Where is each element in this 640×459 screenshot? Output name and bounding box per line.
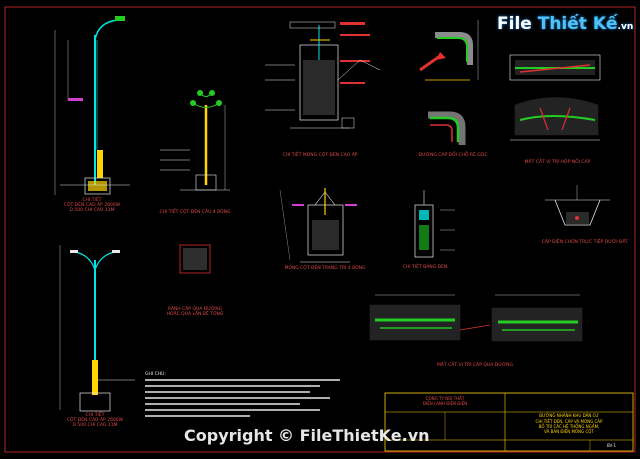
cable-road-drawing	[369, 294, 583, 342]
label-line: MÓNG CỘT ĐÈN TRANG TRÍ 4 BÓNG	[284, 266, 366, 271]
label-line: MẶT CẮT VỊ TRÍ CÁP QUA ĐƯỜNG	[436, 363, 514, 368]
lamp-detail-drawing	[414, 190, 455, 258]
pole-high-2-drawing	[59, 245, 135, 412]
logo-domain: .vn	[617, 22, 634, 32]
logo-part1: File	[497, 14, 532, 34]
title-block-project: ĐƯỜNG NHÁNH KHU DÂN CƯ	[539, 413, 599, 418]
label-line: CHI TIẾT BẢNG ĐÈN	[402, 265, 448, 270]
label-line: MẶT CẮT VỊ TRÍ HỘP NỐI CÁP	[524, 160, 591, 165]
label-cable-cross: MẶT CẮT VỊ TRÍ HỘP NỐI CÁP	[515, 160, 600, 165]
filethietke-logo[interactable]: File Thiết Kế.vn	[497, 10, 633, 42]
company-line: ĐIỆN LẠNH ĐIỆN ĐIỆN	[422, 401, 468, 406]
cable-bend-drawing	[419, 20, 479, 145]
label-pole-high-2: CHI TIẾT CỘT ĐÈN CAO ÁP 2600W D 500 CHI …	[55, 413, 135, 428]
cable-cross-drawing	[509, 54, 601, 141]
label-line: D 500 CHI CAO 11M	[69, 208, 115, 213]
pole-base-drawing	[265, 21, 381, 129]
label-line: D 500 CHI CAO 11M	[72, 423, 118, 428]
title-block-drawing: CHI TIẾT ĐÈN, CÁP VÀ MÓNG CÁP BỐ TRÍ CÁC…	[505, 419, 633, 434]
label-cable-bury: CÁP ĐIỆN CHÔN TRỰC TIẾP DƯỚI ĐẤT	[535, 240, 635, 245]
pole-high-1-drawing	[54, 16, 130, 195]
label-base-4: MÓNG CỘT ĐÈN TRANG TRÍ 4 BÓNG	[270, 266, 380, 271]
cable-bury-drawing	[545, 185, 610, 226]
label-pole-high-1: CHI TIẾT CỘT ĐÈN CAO ÁP 2600W D 500 CHI …	[52, 198, 132, 213]
label-line: HOẶC QUA LẤN BÊ TÔNG	[166, 312, 224, 317]
drawing-line: VÀ BẢN ĐIỆN MÓNG CỘT	[544, 429, 594, 434]
copyright-watermark: Copyright © FileThietKe.vn	[184, 426, 430, 445]
label-cable-road: MẶT CẮT VỊ TRÍ CÁP QUA ĐƯỜNG	[420, 363, 530, 368]
label-cable-bend: ĐƯỜNG CÁP ĐỔI CHỖ RẼ GÓC	[418, 153, 488, 158]
label-line: CÁP ĐIỆN CHÔN TRỰC TIẾP DƯỚI ĐẤT	[541, 240, 629, 245]
label-lamp-detail: CHI TIẾT BẢNG ĐÈN	[400, 265, 450, 270]
label-line: ĐƯỜNG CÁP ĐỔI CHỖ RẼ GÓC	[418, 153, 488, 158]
title-block-sheet-no: BV-1	[606, 443, 617, 448]
label-line: CHI TIẾT CỘT ĐÈN CẦU 4 BÓNG	[159, 210, 231, 215]
notes-title: GHI CHÚ:	[145, 372, 166, 377]
trench-road-drawing	[179, 244, 211, 274]
pole-lamp-4-drawing	[160, 90, 230, 191]
title-block-company: CÔNG TY NỘI THẤT ĐIỆN LẠNH ĐIỆN ĐIỆN	[385, 396, 505, 406]
label-pole-lamp-4: CHI TIẾT CỘT ĐÈN CẦU 4 BÓNG	[150, 210, 240, 215]
label-line: CHI TIẾT MÓNG CỘT ĐÈN CAO ÁP	[282, 153, 358, 158]
label-trench-road: RÃNH CÁP QUA ĐƯỜNG HOẶC QUA LẤN BÊ TÔNG	[150, 307, 240, 317]
logo-part2: Thiết Kế	[537, 14, 618, 34]
cad-drawing-canvas	[4, 6, 636, 453]
logo-text: File Thiết Kế.vn	[497, 14, 633, 34]
label-pole-base: CHI TIẾT MÓNG CỘT ĐÈN CAO ÁP	[270, 153, 370, 158]
notes-block	[145, 379, 340, 417]
base-4-drawing	[279, 188, 357, 263]
